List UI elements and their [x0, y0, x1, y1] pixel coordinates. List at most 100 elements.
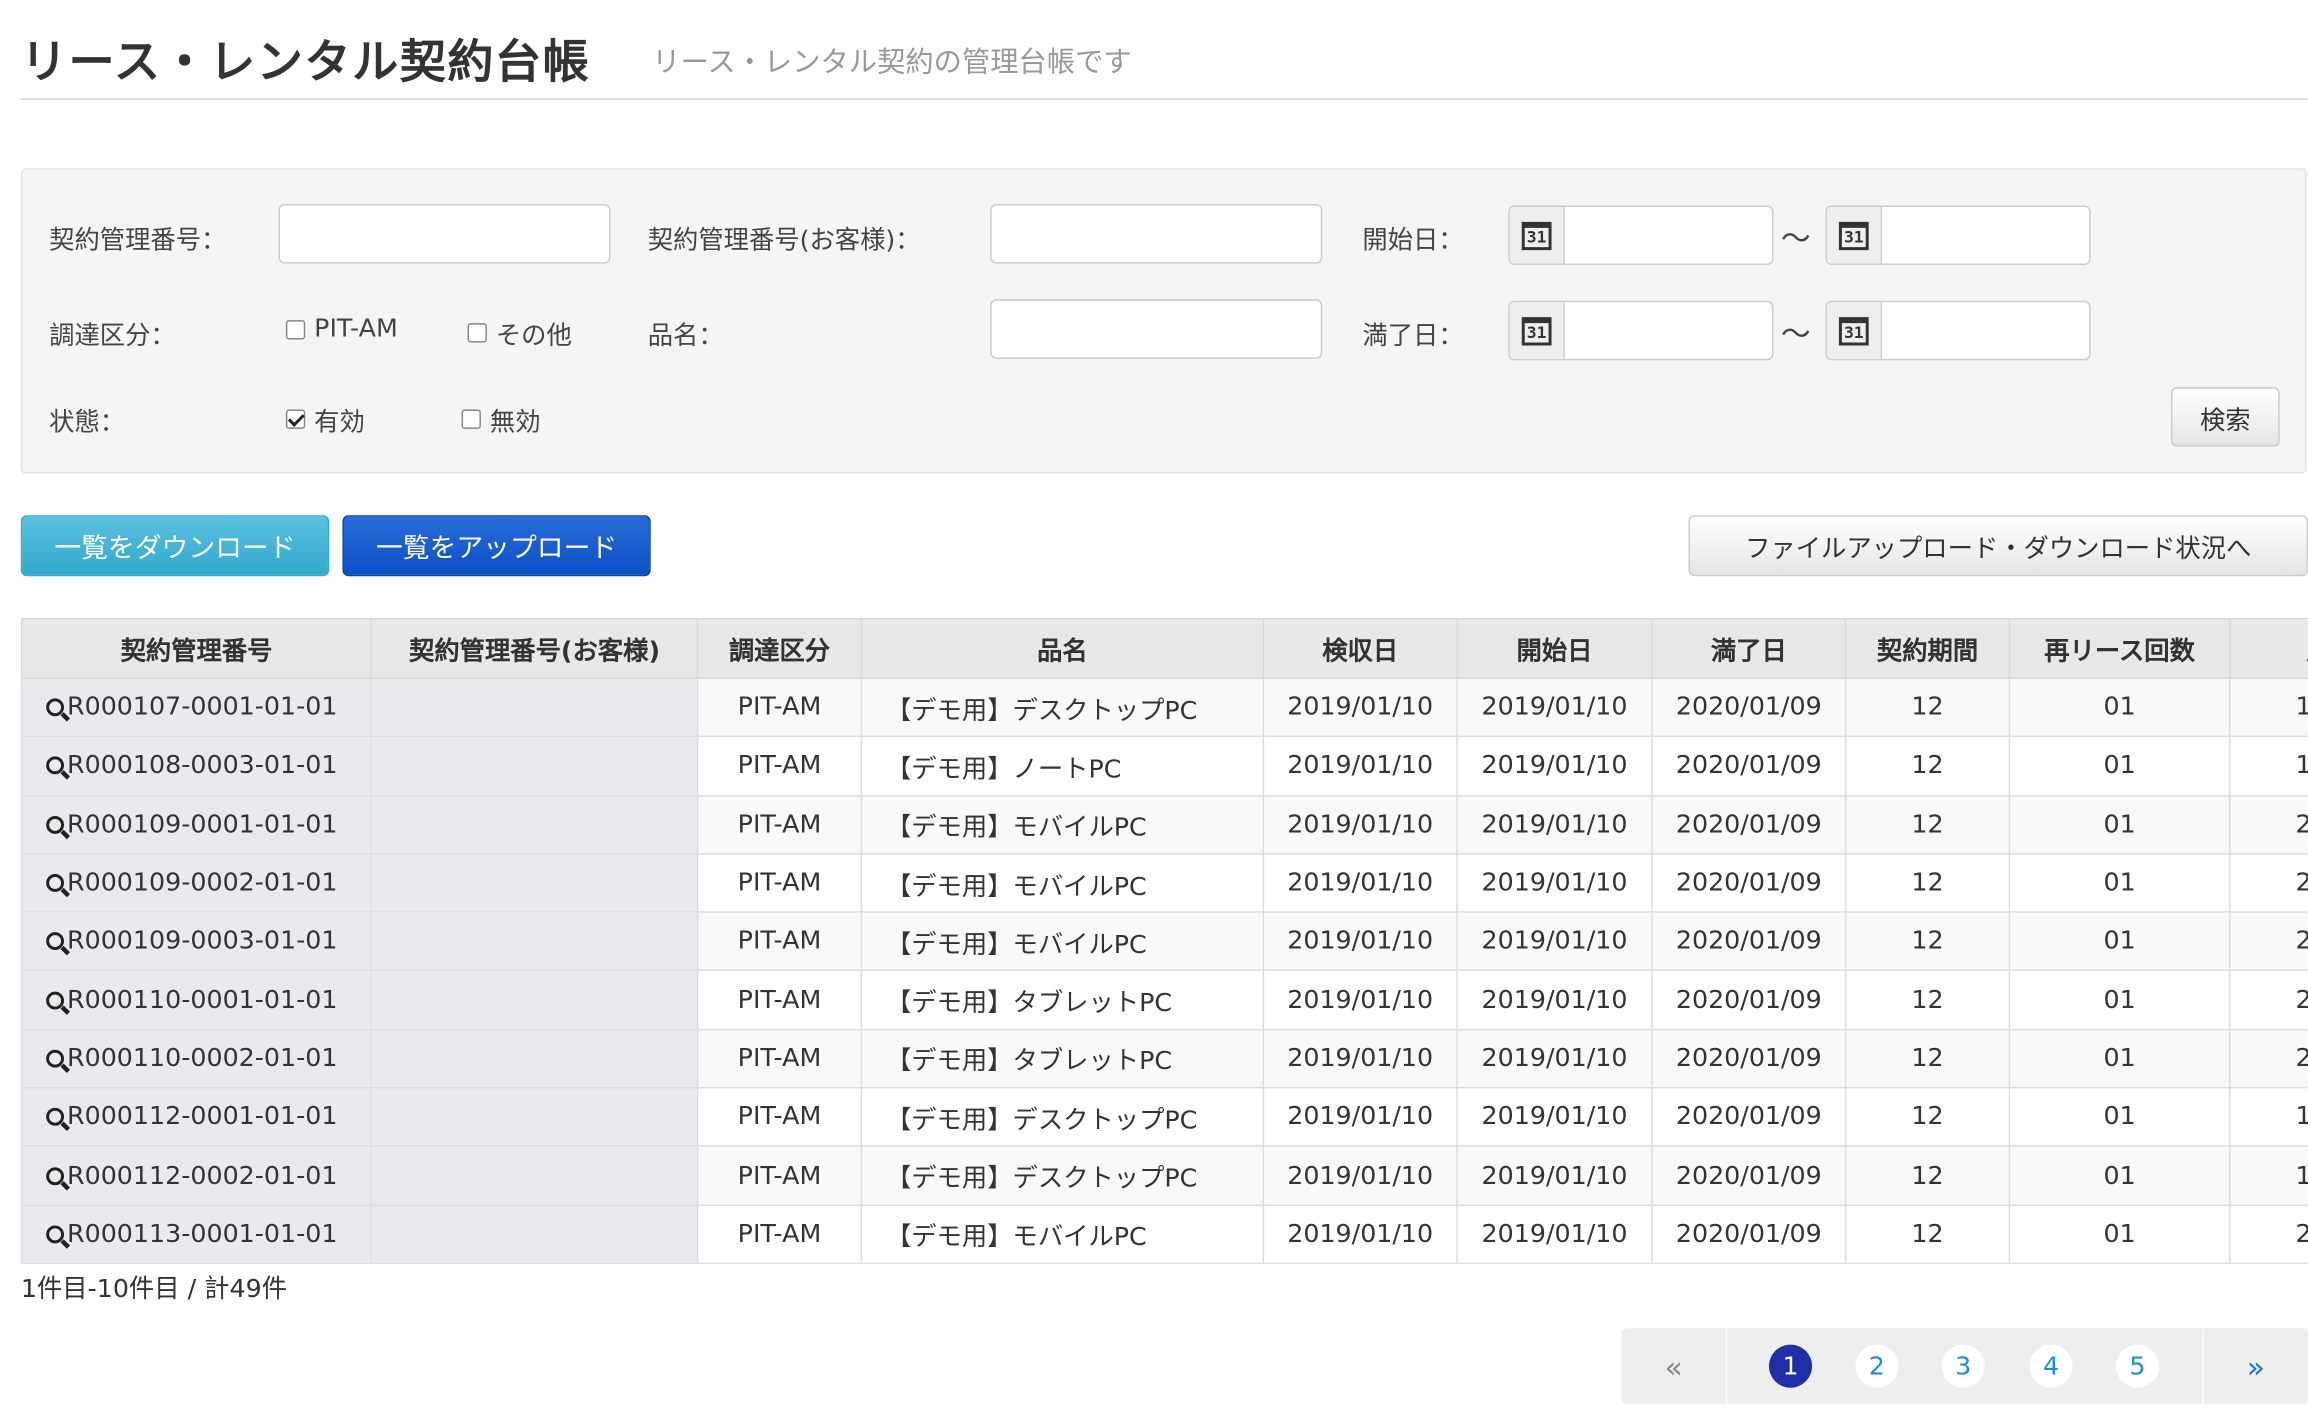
status-active-checkbox[interactable]: 有効 [285, 401, 365, 438]
table-cell: 2019/01/10 [1262, 1028, 1458, 1089]
pagination-next[interactable]: » [2202, 1328, 2308, 1405]
item-name-input[interactable] [990, 299, 1323, 359]
contract-detail-link[interactable]: R000108-0003-01-01 [46, 751, 337, 781]
magnifier-icon[interactable] [46, 874, 65, 892]
contract-detail-link[interactable]: R000109-0001-01-01 [46, 810, 337, 840]
download-list-button[interactable]: 一覧をダウンロード [20, 515, 330, 577]
start-date-from-field[interactable]: 31 [1508, 205, 1774, 266]
magnifier-icon[interactable] [46, 932, 65, 951]
contract-detail-link[interactable]: R000110-0001-01-01 [46, 985, 337, 1015]
table-cell: 12 [1844, 1204, 2011, 1265]
search-button[interactable]: 検索 [2170, 387, 2280, 447]
checkbox-box[interactable] [461, 409, 481, 429]
table-row: R000110-0002-01-01 PIT-AM 【デモ用】タブレットPC 2019… [20, 1028, 2308, 1089]
contract-detail-link[interactable]: R000109-0002-01-01 [46, 868, 337, 898]
calendar-icon: 31 [1838, 221, 1869, 250]
pagination-page-4[interactable]: 4 [2029, 1344, 2073, 1388]
customer-contract-no-label: 契約管理番号(お客様)： [647, 226, 921, 257]
contract-detail-link[interactable]: R000113-0001-01-01 [46, 1219, 337, 1249]
table-row: R000108-0003-01-01 PIT-AM 【デモ用】ノートPC 2019/0… [20, 736, 2308, 797]
magnifier-icon[interactable] [46, 698, 65, 717]
table-cell: 12 [1844, 911, 2011, 972]
table-cell: 2019/01/10 [1456, 1145, 1653, 1206]
item-name-label: 品名： [647, 321, 724, 352]
calendar-button[interactable]: 31 [1509, 302, 1565, 359]
contract-no-text[interactable]: R000110-0001-01-01 [67, 985, 337, 1015]
checkbox-box-checked[interactable] [285, 409, 306, 429]
table-cell: 2020/01/09 [1651, 1145, 1847, 1206]
contract-detail-link[interactable]: R000109-0003-01-01 [46, 927, 337, 957]
table-cell: 2019/01/10 [1262, 1087, 1458, 1148]
status-label: 状態： [49, 407, 126, 438]
customer-contract-no-input[interactable] [990, 203, 1323, 264]
table-cell: 2020/01/09 [1651, 736, 1847, 797]
checkbox-box[interactable] [467, 323, 487, 343]
magnifier-icon[interactable] [46, 815, 65, 834]
table-cell: 【デモ用】モバイルPC [860, 911, 1265, 972]
table-cell: 01 [2008, 677, 2231, 738]
contract-no-cell: R000109-0002-01-01 [20, 853, 373, 914]
table-cell [370, 853, 699, 914]
table-cell: 2,000 [2229, 1204, 2308, 1265]
magnifier-icon[interactable] [46, 1225, 65, 1244]
table-cell: 12 [1844, 794, 2011, 855]
magnifier-icon[interactable] [46, 1108, 65, 1127]
table-cell: 2019/01/10 [1456, 1087, 1653, 1148]
table-cell: PIT-AM [696, 1204, 863, 1265]
table-cell: 2019/01/10 [1456, 677, 1653, 738]
table-cell: 2,000 [2229, 853, 2308, 914]
calendar-button[interactable]: 31 [1827, 206, 1883, 264]
magnifier-icon[interactable] [46, 1049, 65, 1068]
table-cell: 2019/01/10 [1262, 1204, 1458, 1265]
contract-detail-link[interactable]: R000107-0001-01-01 [46, 693, 337, 723]
table-cell: 01 [2008, 736, 2231, 797]
upload-list-button[interactable]: 一覧をアップロード [342, 515, 651, 577]
contract-detail-link[interactable]: R000112-0001-01-01 [46, 1102, 337, 1132]
checkbox-box[interactable] [285, 319, 306, 339]
end-date-to-field[interactable]: 31 [1825, 300, 2091, 361]
calendar-button[interactable]: 31 [1509, 206, 1565, 264]
contract-detail-link[interactable]: R000110-0002-01-01 [46, 1044, 337, 1074]
table-cell: 2019/01/10 [1262, 911, 1458, 972]
contract-no-text[interactable]: R000109-0002-01-01 [67, 868, 337, 898]
pagination-prev[interactable]: « [1622, 1328, 1728, 1405]
table-row: R000113-0001-01-01 PIT-AM 【デモ用】モバイルPC 2019/… [20, 1204, 2308, 1265]
table-cell: 2020/01/09 [1651, 1204, 1847, 1265]
table-cell [370, 1028, 699, 1089]
calendar-button[interactable]: 31 [1827, 302, 1883, 359]
table-cell [370, 1087, 699, 1148]
contract-no-input[interactable] [278, 203, 611, 264]
pagination-page-5[interactable]: 5 [2115, 1344, 2160, 1388]
contract-no-text[interactable]: R000112-0001-01-01 [67, 1102, 337, 1132]
contract-no-text[interactable]: R000109-0003-01-01 [67, 927, 337, 957]
start-date-to-field[interactable]: 31 [1825, 205, 2091, 266]
magnifier-icon[interactable] [46, 1166, 65, 1185]
table-cell [370, 794, 699, 855]
column-header: 検収日 [1262, 617, 1458, 679]
file-status-button[interactable]: ファイルアップロード・ダウンロード状況へ [1688, 515, 2308, 577]
pagination-page-2[interactable]: 2 [1855, 1344, 1899, 1388]
magnifier-icon[interactable] [46, 757, 65, 775]
column-header: 品名 [860, 617, 1265, 679]
contract-no-label: 契約管理番号： [49, 226, 227, 257]
checkbox-label: 無効 [489, 407, 541, 438]
contract-no-text[interactable]: R000107-0001-01-01 [67, 693, 337, 723]
table-cell: 2019/01/10 [1456, 911, 1653, 972]
table-cell: 12 [1844, 970, 2011, 1031]
pagination-page-3[interactable]: 3 [1941, 1344, 1985, 1388]
pagination-page-1[interactable]: 1 [1768, 1344, 1813, 1388]
contract-no-text[interactable]: R000113-0001-01-01 [67, 1219, 337, 1249]
contract-no-text[interactable]: R000109-0001-01-01 [67, 810, 337, 840]
status-inactive-checkbox[interactable]: 無効 [461, 401, 541, 438]
magnifier-icon[interactable] [46, 991, 65, 1009]
table-cell: 2,500 [2229, 970, 2308, 1031]
procurement-other-checkbox[interactable]: その他 [467, 314, 572, 351]
end-date-from-field[interactable]: 31 [1508, 300, 1774, 361]
contract-no-text[interactable]: R000112-0002-01-01 [67, 1161, 337, 1191]
contract-detail-link[interactable]: R000112-0002-01-01 [46, 1161, 337, 1191]
contract-no-cell: R000109-0001-01-01 [20, 794, 373, 855]
procurement-pit-am-checkbox[interactable]: PIT-AM [285, 314, 398, 344]
contract-no-text[interactable]: R000110-0002-01-01 [67, 1044, 337, 1074]
table-cell [370, 970, 699, 1031]
contract-no-text[interactable]: R000108-0003-01-01 [67, 751, 337, 781]
